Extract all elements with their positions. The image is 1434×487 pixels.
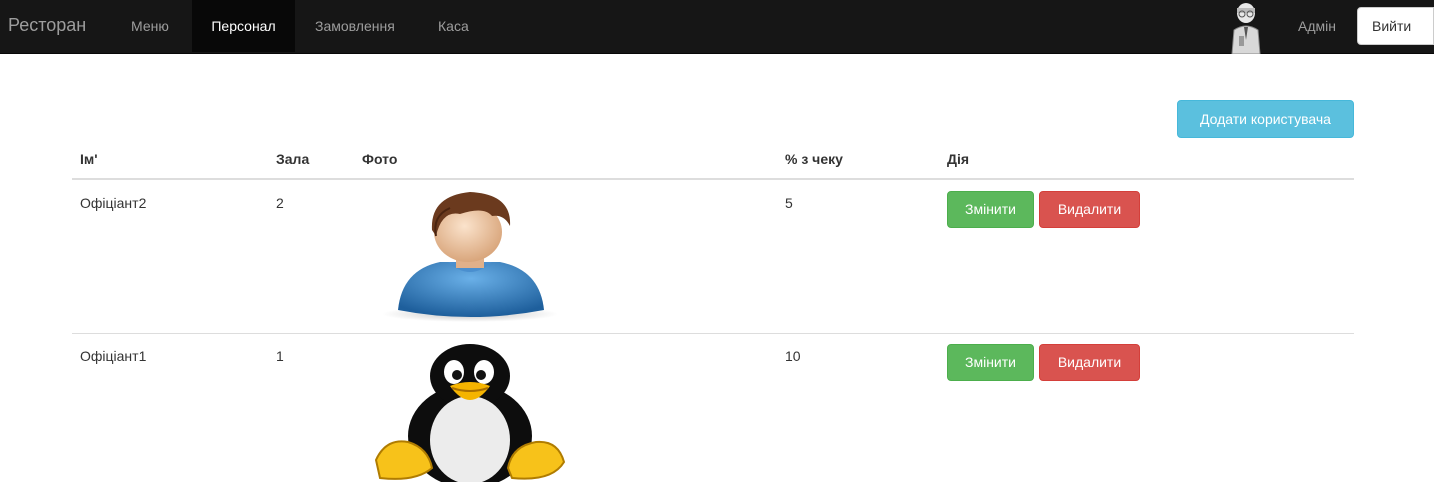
delete-button[interactable]: Видалити [1039,191,1140,228]
cell-percent: 10 [785,348,801,364]
column-header-hall: Зала [276,151,310,167]
nav-item-orders[interactable]: Замовлення [300,0,410,52]
person-avatar-icon [380,186,560,324]
cell-percent: 5 [785,195,793,211]
add-user-button[interactable]: Додати користувача [1177,100,1354,138]
top-navbar: Ресторан Меню Персонал Замовлення Каса А… [0,0,1434,55]
table-header-divider [72,178,1354,180]
cell-name: Офіціант2 [80,195,147,211]
nav-item-menu[interactable]: Меню [116,0,184,52]
logout-button[interactable]: Вийти [1357,7,1434,45]
penguin-avatar-icon [372,342,568,487]
admin-avatar [1226,0,1266,55]
cell-name: Офіціант1 [80,348,147,364]
column-header-name: Ім' [80,151,98,167]
edit-button[interactable]: Змінити [947,191,1034,228]
delete-button[interactable]: Видалити [1039,344,1140,381]
nav-item-cash[interactable]: Каса [423,0,484,52]
cell-hall: 2 [276,195,284,211]
brand-link[interactable]: Ресторан [8,0,86,54]
edit-button[interactable]: Змінити [947,344,1034,381]
column-header-percent: % з чеку [785,151,843,167]
row-divider [72,333,1354,334]
column-header-action: Дія [947,151,970,167]
nav-item-staff[interactable]: Персонал [192,0,295,52]
column-header-photo: Фото [362,151,398,167]
user-name[interactable]: Адмін [1298,0,1336,52]
cell-hall: 1 [276,348,284,364]
